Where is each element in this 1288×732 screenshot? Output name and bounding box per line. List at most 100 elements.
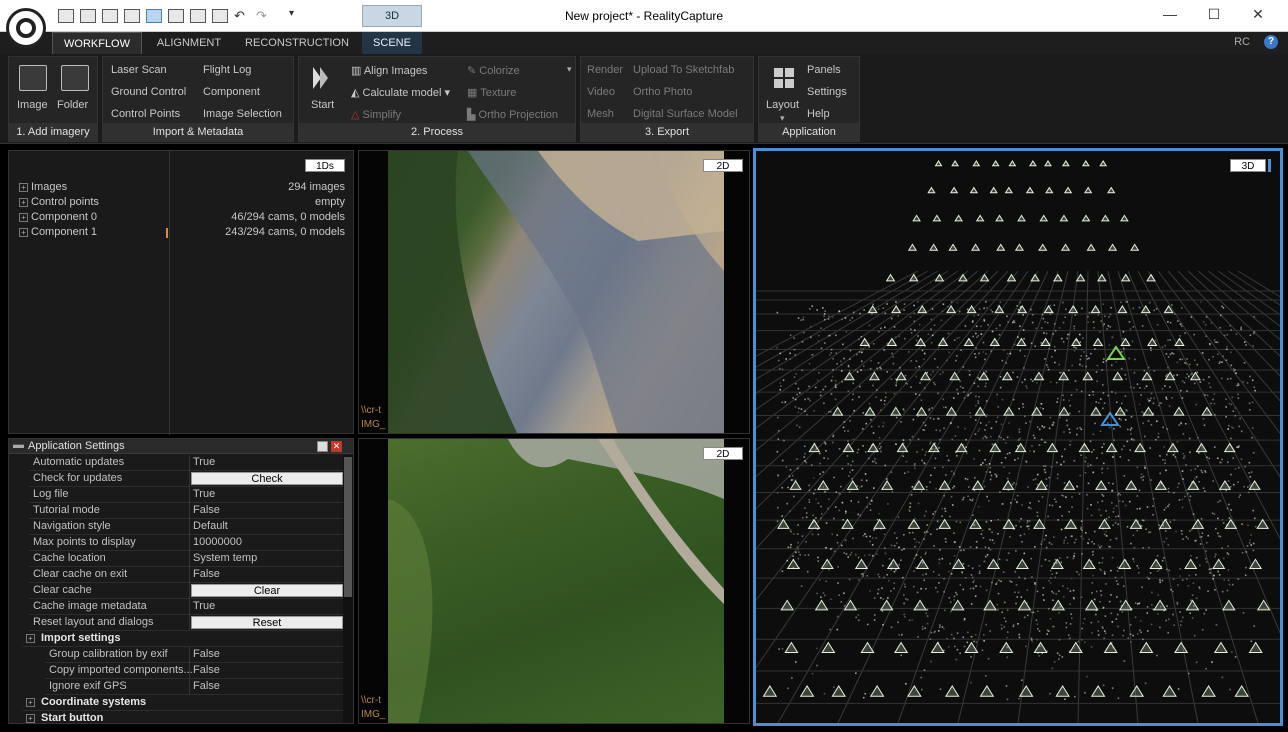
settings-row[interactable]: Max points to display 10000000 [29, 535, 343, 551]
viewport-2d-top[interactable]: 2D \\cr-t IMG_ [358, 150, 750, 434]
setting-value[interactable]: True [193, 600, 215, 612]
setting-value[interactable]: False [193, 648, 220, 660]
mesh-button[interactable]: Mesh [587, 108, 614, 120]
expand-icon[interactable]: + [19, 227, 28, 237]
section-title: Start button [41, 712, 104, 724]
setting-action-button[interactable]: Clear [191, 584, 343, 597]
settings-button[interactable]: Settings [807, 86, 847, 98]
image-button[interactable]: Image [17, 99, 48, 111]
settings-row[interactable]: Copy imported components... False [45, 663, 343, 679]
aerial-image-forest [388, 439, 724, 723]
maximize-icon[interactable]: ☐ [1202, 6, 1226, 26]
collapse-icon[interactable]: ▬ [13, 439, 24, 451]
control-points-button[interactable]: Control Points [111, 108, 180, 120]
setting-value[interactable]: False [193, 504, 220, 516]
close-panel-icon[interactable]: ✕ [331, 441, 342, 452]
settings-row[interactable]: Cache image metadata True [29, 599, 343, 615]
view-badge-accent [1268, 159, 1271, 172]
setting-value[interactable]: True [193, 488, 215, 500]
settings-row[interactable]: Automatic updates True [29, 455, 343, 471]
render-button[interactable]: Render [587, 64, 623, 76]
settings-row[interactable]: Tutorial mode False [29, 503, 343, 519]
tree-item-component-0[interactable]: + Component 0 [19, 210, 97, 225]
viewport-3d-scene[interactable]: 3D [753, 148, 1283, 726]
rc-label: RC [1234, 36, 1250, 48]
setting-value[interactable]: 10000000 [193, 536, 242, 548]
settings-row[interactable]: Reset layout and dialogs Reset [29, 615, 343, 631]
settings-row[interactable]: Cache location System temp [29, 551, 343, 567]
ortho-projection-button[interactable]: ▙ Ortho Projection [467, 108, 558, 121]
settings-row[interactable]: Log file True [29, 487, 343, 503]
setting-value[interactable]: False [193, 568, 220, 580]
tree-item-images[interactable]: + Images [19, 180, 67, 195]
expand-icon[interactable]: + [26, 714, 35, 723]
flight-log-button[interactable]: Flight Log [203, 64, 251, 76]
calculate-model-button[interactable]: ◭ Calculate model ▾ [351, 86, 450, 99]
dsm-button[interactable]: Digital Surface Model [633, 108, 738, 120]
float-panel-icon[interactable] [317, 441, 328, 452]
setting-action-button[interactable]: Check [191, 472, 343, 485]
colorize-button[interactable]: ✎ Colorize [467, 64, 520, 77]
setting-action-button[interactable]: Reset [191, 616, 343, 629]
setting-value[interactable]: System temp [193, 552, 257, 564]
setting-value[interactable]: False [193, 664, 220, 676]
setting-value[interactable]: Default [193, 520, 228, 532]
setting-key: Automatic updates [33, 456, 125, 468]
layout-icon[interactable] [773, 67, 795, 89]
tab-reconstruction[interactable]: RECONSTRUCTION [236, 32, 358, 54]
settings-row[interactable]: Clear cache on exit False [29, 567, 343, 583]
start-icon[interactable] [311, 65, 335, 91]
setting-value[interactable]: True [193, 456, 215, 468]
simplify-button[interactable]: △ Simplify [351, 108, 401, 121]
scrollbar-thumb[interactable] [344, 457, 352, 597]
close-icon[interactable]: ✕ [1246, 6, 1270, 26]
setting-key: Max points to display [33, 536, 136, 548]
folder-button[interactable]: Folder [57, 99, 88, 111]
scrollbar[interactable] [343, 455, 353, 723]
minimize-icon[interactable]: — [1158, 6, 1182, 26]
upload-sketchfab-button[interactable]: Upload To Sketchfab [633, 64, 734, 76]
component-button[interactable]: Component [203, 86, 260, 98]
view-badge[interactable]: 2D [703, 159, 743, 172]
settings-row[interactable]: Clear cache Clear [29, 583, 343, 599]
tree-item-component-1[interactable]: + Component 1 [19, 225, 97, 240]
folder-icon[interactable] [61, 65, 89, 91]
panels-button[interactable]: Panels [807, 64, 841, 76]
setting-value[interactable]: False [193, 680, 220, 692]
expand-icon[interactable]: + [26, 698, 35, 707]
app-logo-icon[interactable] [6, 8, 46, 48]
texture-button[interactable]: ▦ Texture [467, 86, 516, 99]
help-button[interactable]: Help [807, 108, 830, 120]
video-button[interactable]: Video [587, 86, 615, 98]
section-import-settings[interactable]: + Import settings [23, 631, 343, 647]
warning-icon: △ [351, 109, 363, 121]
view-badge[interactable]: 1Ds [305, 159, 345, 172]
laser-scan-button[interactable]: Laser Scan [111, 64, 167, 76]
settings-row[interactable]: Ignore exif GPS False [45, 679, 343, 695]
image-icon[interactable] [19, 65, 47, 91]
ground-control-button[interactable]: Ground Control [111, 86, 186, 98]
settings-row[interactable]: Navigation style Default [29, 519, 343, 535]
view-badge[interactable]: 3D [1230, 159, 1266, 172]
start-button[interactable]: Start [311, 99, 334, 111]
settings-row[interactable]: Group calibration by exif False [45, 647, 343, 663]
expand-icon[interactable]: + [19, 197, 28, 207]
tab-alignment[interactable]: ALIGNMENT [146, 32, 232, 54]
image-selection-button[interactable]: Image Selection [203, 108, 282, 120]
settings-row[interactable]: Check for updates Check [29, 471, 343, 487]
align-images-button[interactable]: ▥ Align Images [351, 64, 427, 77]
tree-item-control-points[interactable]: + Control points [19, 195, 99, 210]
tab-workflow[interactable]: WORKFLOW [52, 32, 142, 54]
tab-scene[interactable]: SCENE [362, 32, 422, 54]
layout-button[interactable]: Layout [766, 99, 799, 111]
ortho-photo-button[interactable]: Ortho Photo [633, 86, 692, 98]
colorize-dropdown-icon[interactable]: ▾ [567, 64, 572, 75]
view-badge[interactable]: 2D [703, 447, 743, 460]
expand-icon[interactable]: + [26, 634, 35, 643]
help-icon[interactable]: ? [1264, 35, 1278, 49]
expand-icon[interactable]: + [19, 212, 28, 222]
viewport-2d-bottom[interactable]: 2D \\cr-t IMG_ [358, 438, 750, 724]
expand-icon[interactable]: + [19, 182, 28, 192]
section-start-button[interactable]: + Start button [23, 711, 343, 724]
section-coordinate-systems[interactable]: + Coordinate systems [23, 695, 343, 711]
